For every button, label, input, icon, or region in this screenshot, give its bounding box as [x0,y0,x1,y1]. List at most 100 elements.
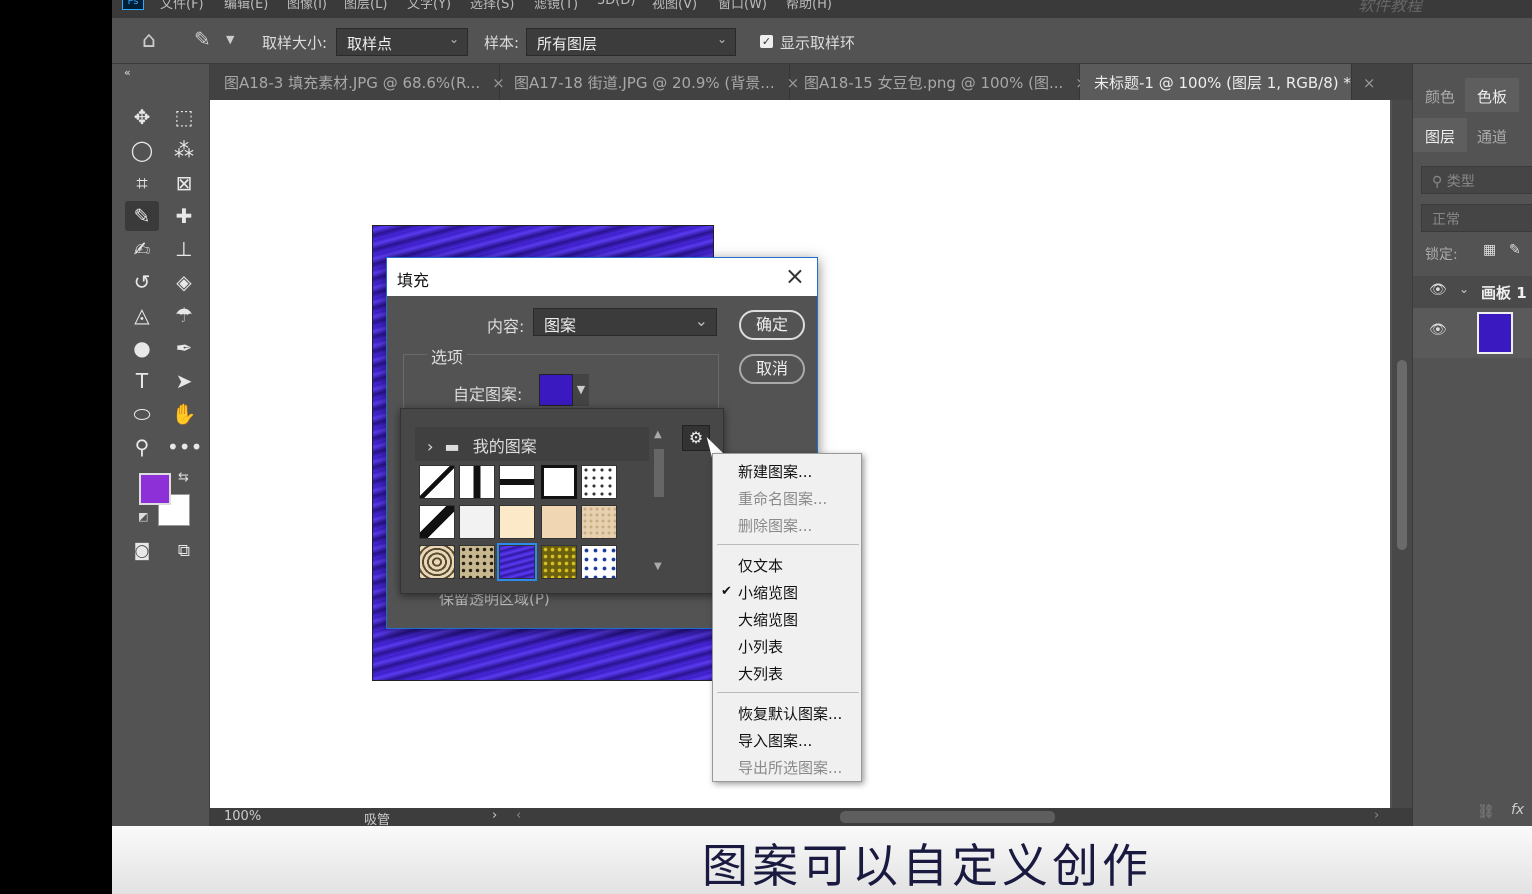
scroll-thumb[interactable] [1397,360,1407,550]
vertical-scrollbar[interactable] [1392,100,1412,808]
tab-document-1[interactable]: 图A18-3 填充素材.JPG @ 68.6%(R... × [210,64,505,100]
eraser-tool-icon[interactable]: ◈ [167,267,201,297]
pattern-thumbnail[interactable] [419,465,455,499]
menu-item-large-thumbnail[interactable]: 大缩览图 [738,609,798,630]
marquee-tool-icon[interactable]: ⬚ [167,102,201,132]
menu-view[interactable]: 视图(V) [652,0,697,12]
pattern-thumbnail[interactable] [581,465,617,499]
frame-tool-icon[interactable]: ⊠ [167,168,201,198]
chevron-down-icon[interactable]: ▼ [573,374,589,406]
fx-icon[interactable]: fx [1511,802,1524,818]
chevron-right-icon[interactable]: › [492,808,497,823]
menu-image[interactable]: 图像(I) [287,0,327,12]
layer-row[interactable]: 👁 [1413,308,1532,358]
collapse-icon[interactable]: « [124,66,131,79]
zoom-level[interactable]: 100% [224,809,261,824]
tab-layers[interactable]: 图层 [1413,118,1468,152]
artboard-row[interactable]: 👁 ⌄ 画板 1 [1413,276,1532,308]
menu-item-new-pattern[interactable]: 新建图案... [738,461,812,482]
show-ring-checkbox[interactable]: ✓ [760,35,773,48]
link-icon[interactable]: ⛓ [1477,804,1495,820]
chevron-down-icon[interactable]: ▼ [654,561,662,572]
chevron-right-icon[interactable]: › [1374,808,1379,823]
pattern-thumbnail[interactable] [459,465,495,499]
pen-tool-icon[interactable]: ✒ [167,333,201,363]
blend-mode-select[interactable]: 正常 [1421,204,1532,232]
tab-document-3[interactable]: 图A18-15 女豆包.png @ 100% (图...× [790,64,1088,100]
smudge-tool-icon[interactable]: ☂ [167,300,201,330]
tab-color[interactable]: 颜色 [1413,78,1467,112]
zoom-tool-icon[interactable]: ⚲ [125,432,159,462]
magic-wand-tool-icon[interactable]: ⁂ [167,135,201,165]
custom-pattern-swatch[interactable] [539,374,573,406]
menu-item-text-only[interactable]: 仅文本 [738,555,783,576]
sample-size-select[interactable]: 取样点 ⌄ [336,28,468,56]
chevron-down-icon[interactable]: ⌄ [1459,282,1469,296]
tab-document-2[interactable]: 图A17-18 街道.JPG @ 20.9% (背景... × [500,64,799,100]
hand-tool-icon[interactable]: ✋ [167,399,201,429]
menu-item-import-patterns[interactable]: 导入图案... [738,730,812,751]
chevron-right-icon[interactable]: › [427,437,433,456]
menu-help[interactable]: 帮助(H) [786,0,832,12]
menu-item-small-list[interactable]: 小列表 [738,636,783,657]
swap-colors-icon[interactable]: ⇆ [178,470,189,485]
pattern-thumbnail-selected[interactable] [497,543,537,581]
menu-item-large-list[interactable]: 大列表 [738,663,783,684]
history-brush-tool-icon[interactable]: ↺ [125,267,159,297]
menu-item-small-thumbnail[interactable]: 小缩览图 [738,582,798,603]
pattern-thumbnail[interactable] [419,505,455,539]
foreground-color-swatch[interactable] [139,473,171,505]
eyedropper-preset-icon[interactable]: ✎ [194,27,211,51]
quick-mask-icon[interactable]: ◙ [125,536,159,566]
lasso-tool-icon[interactable]: ◯ [125,135,159,165]
menu-layer[interactable]: 图层(L) [344,0,387,12]
pattern-folder[interactable]: › ▬ 我的图案 [415,427,649,461]
healing-brush-tool-icon[interactable]: ✚ [167,201,201,231]
ok-button[interactable]: 确定 [739,310,805,340]
tab-swatches[interactable]: 色板 [1465,78,1520,112]
pattern-thumbnail[interactable] [459,545,495,579]
pattern-thumbnail[interactable] [499,505,535,539]
menu-edit[interactable]: 编辑(E) [224,0,268,12]
close-icon[interactable]: × [785,262,805,290]
chevron-left-icon[interactable]: ‹ [516,808,521,823]
pattern-thumbnail[interactable] [581,505,617,539]
menu-3d[interactable]: 3D(D) [597,0,635,8]
menu-item-reset-patterns[interactable]: 恢复默认图案... [738,703,842,724]
menu-file[interactable]: 文件(F) [160,0,204,12]
pattern-thumbnail[interactable] [541,545,577,579]
pattern-thumbnail[interactable] [581,545,617,579]
crop-tool-icon[interactable]: ⌗ [125,168,159,198]
tab-channels[interactable]: 通道 [1465,118,1519,152]
chevron-down-icon[interactable]: ▼ [226,33,234,46]
eyedropper-tool-icon[interactable]: ✎ [125,201,159,231]
menu-type[interactable]: 文字(Y) [407,0,451,12]
lock-transparent-icon[interactable]: ▦ [1483,242,1496,258]
ellipse-tool-icon[interactable]: ⬭ [125,399,159,429]
path-selection-tool-icon[interactable]: ➤ [167,366,201,396]
stamp-tool-icon[interactable]: ⊥ [167,234,201,264]
pattern-thumbnail[interactable] [499,465,535,499]
default-colors-icon[interactable]: ◩ [138,510,148,523]
cancel-button[interactable]: 取消 [739,354,805,384]
lock-paint-icon[interactable]: ✎ [1509,242,1521,258]
menu-filter[interactable]: 滤镜(T) [534,0,578,12]
pattern-thumbnail[interactable] [419,545,455,579]
brush-tool-icon[interactable]: ✍ [125,234,159,264]
close-icon[interactable]: × [1363,74,1376,92]
pattern-thumbnail[interactable] [541,505,577,539]
screen-mode-icon[interactable]: ⧉ [167,536,201,566]
tab-document-4[interactable]: 未标题-1 @ 100% (图层 1, RGB/8) * × [1080,64,1375,100]
layer-filter-search[interactable]: ⚲ 类型 [1421,166,1532,194]
more-tools-icon[interactable]: ••• [167,432,202,462]
type-tool-icon[interactable]: T [125,366,159,396]
horizontal-scroll-thumb[interactable] [840,811,1055,823]
menu-window[interactable]: 窗口(W) [718,0,767,12]
dodge-tool-icon[interactable]: ● [125,333,159,363]
paint-bucket-tool-icon[interactable]: ◬ [125,300,159,330]
content-select[interactable]: 图案 ⌄ [533,308,717,336]
pattern-thumbnail[interactable] [541,465,577,499]
menu-select[interactable]: 选择(S) [470,0,514,12]
chevron-up-icon[interactable]: ▲ [654,429,662,440]
home-icon[interactable]: ⌂ [142,28,156,53]
